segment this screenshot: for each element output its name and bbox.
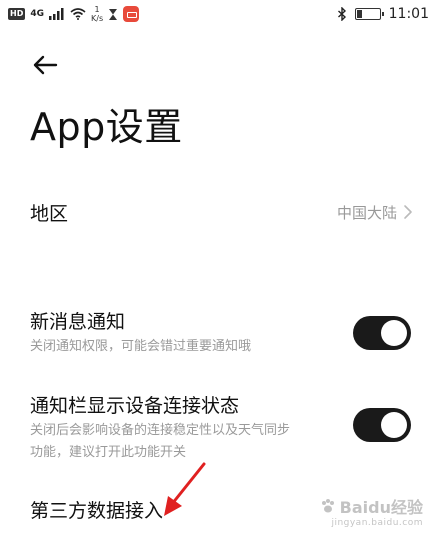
notification-bar-toggle[interactable] (353, 408, 411, 442)
toggle-knob (381, 320, 407, 346)
hourglass-icon (109, 8, 118, 20)
network-speed: 1 K/s (91, 5, 103, 23)
watermark: Baidu经验 jingyan.baidu.com (320, 494, 423, 528)
watermark-brand-group: Baidu经验 (320, 494, 423, 518)
status-time: 11:01 (388, 6, 429, 22)
hd-badge: HD (8, 8, 26, 20)
watermark-url: jingyan.baidu.com (331, 518, 423, 528)
network-type: 4G (30, 9, 44, 19)
new-message-row: 新消息通知 关闭通知权限，可能会错过重要通知哦 (30, 308, 411, 360)
region-label: 地区 (30, 202, 69, 225)
wifi-icon (70, 8, 86, 20)
notification-bar-row: 通知栏显示设备连接状态 关闭后会影响设备的连接稳定性以及天气同步 功能，建议打开… (30, 392, 411, 466)
back-arrow-icon (33, 55, 58, 75)
toggle-knob (381, 412, 407, 438)
page-title: App设置 (30, 105, 183, 149)
region-value-group: 中国大陆 (337, 202, 413, 223)
speed-value: 1 (94, 5, 100, 14)
notification-bar-title: 通知栏显示设备连接状态 (30, 395, 240, 417)
status-bar-left: HD 4G 1 K/s (8, 5, 140, 23)
region-row[interactable]: 地区 中国大陆 (30, 190, 413, 234)
watermark-brand: Baidu经验 (339, 498, 423, 517)
new-message-toggle[interactable] (353, 316, 411, 350)
bluetooth-icon (337, 7, 346, 21)
status-bar-right: 11:01 (337, 6, 429, 22)
speed-unit: K/s (91, 14, 104, 23)
signal-icon (49, 8, 64, 20)
app-notification-icon (123, 6, 140, 22)
battery-icon (354, 8, 384, 20)
third-party-data-row[interactable]: 第三方数据接入 (30, 497, 163, 525)
paw-icon (321, 499, 334, 513)
battery-fill (356, 10, 362, 18)
back-button[interactable] (30, 50, 60, 80)
annotation-arrow-icon (164, 462, 206, 516)
notification-bar-subtitle-line2: 功能，建议打开此功能开关 (30, 445, 187, 460)
chevron-right-icon (404, 205, 412, 219)
region-value: 中国大陆 (336, 203, 397, 222)
status-bar: HD 4G 1 K/s 11:01 (0, 0, 441, 30)
